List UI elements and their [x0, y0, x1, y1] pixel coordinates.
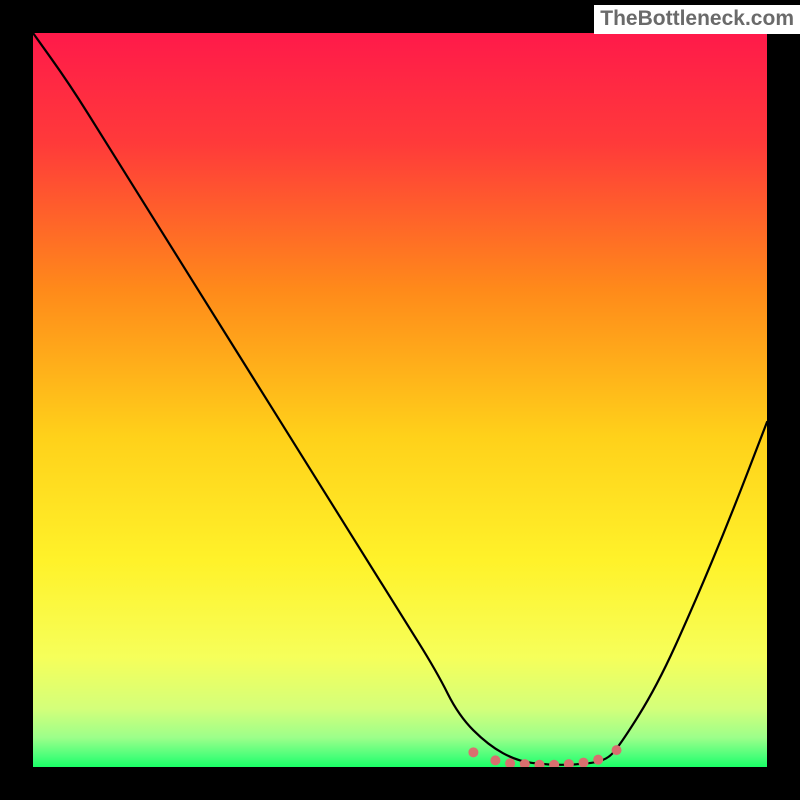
valley-marker-dot [564, 759, 574, 767]
valley-marker-dot [549, 760, 559, 767]
attribution-label: TheBottleneck.com [594, 5, 800, 34]
valley-marker-dot [612, 745, 622, 755]
chart-container: TheBottleneck.com [0, 0, 800, 800]
valley-marker-dot [579, 758, 589, 767]
valley-marker-dot [505, 758, 515, 767]
valley-marker-dot [534, 760, 544, 767]
valley-marker-dot [490, 755, 500, 765]
bottleneck-curve [33, 33, 767, 765]
valley-marker-dot [468, 747, 478, 757]
plot-area [33, 33, 767, 767]
curve-layer [33, 33, 767, 767]
valley-marker-dot [593, 755, 603, 765]
